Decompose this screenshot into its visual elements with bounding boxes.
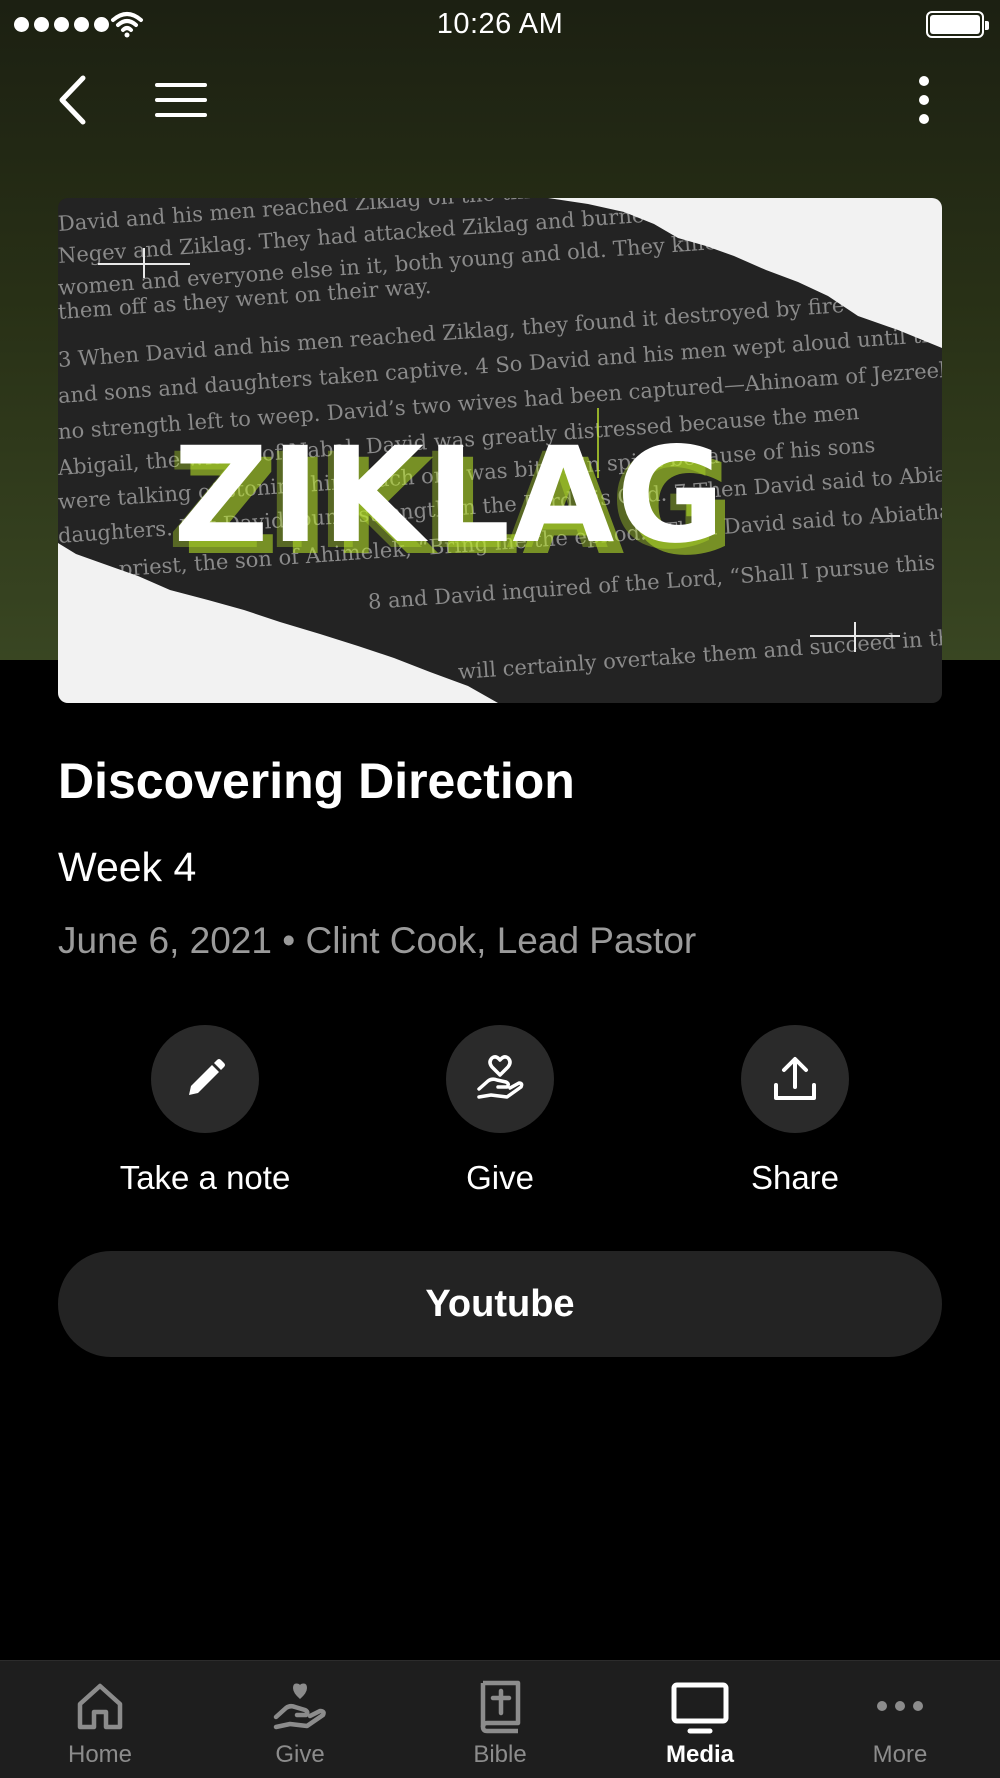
tab-give[interactable]: Give [200, 1661, 400, 1778]
tab-media-label: Media [665, 1741, 734, 1768]
tab-bar: Home Give Bible Media More [0, 1660, 1000, 1778]
status-bar: 10:26 AM [0, 0, 1000, 50]
tab-home-label: Home [67, 1741, 133, 1768]
tv-icon [671, 1682, 729, 1734]
sermon-artwork: David and his men reached Ziklag on the … [58, 198, 942, 703]
give-circle[interactable] [446, 1025, 554, 1133]
tab-bible[interactable]: Bible [400, 1661, 600, 1778]
battery-icon [926, 11, 989, 38]
youtube-button[interactable]: Youtube [58, 1251, 942, 1357]
back-chevron-icon[interactable] [50, 70, 100, 130]
sermon-date-speaker: June 6, 2021 • Clint Cook, Lead Pastor [58, 920, 697, 961]
give-label: Give [466, 1159, 534, 1196]
hand-heart-icon [273, 1683, 326, 1730]
hamburger-menu-icon[interactable] [150, 75, 212, 125]
share-label: Share [750, 1159, 840, 1196]
take-note-label: Take a note [119, 1159, 291, 1196]
tab-give-label: Give [275, 1741, 325, 1768]
hand-heart-icon [477, 1055, 524, 1099]
share-circle[interactable] [741, 1025, 849, 1133]
tab-home[interactable]: Home [0, 1661, 200, 1778]
share-upload-icon [774, 1057, 816, 1100]
sermon-title: Discovering Direction [58, 753, 575, 809]
take-note-circle[interactable] [151, 1025, 259, 1133]
sermon-subtitle: Week 4 [58, 844, 197, 890]
share-button[interactable]: Share [665, 1025, 925, 1197]
home-icon [77, 1683, 123, 1730]
tab-more[interactable]: More [800, 1661, 1000, 1778]
tab-bible-label: Bible [473, 1741, 527, 1768]
action-row: Take a note Give Share [0, 1025, 1000, 1205]
artwork-title: ZIKLAG [173, 419, 727, 573]
bible-icon [480, 1680, 521, 1734]
pencil-icon [189, 1059, 225, 1095]
status-time: 10:26 AM [436, 8, 564, 40]
tab-media[interactable]: Media [600, 1661, 800, 1778]
ellipsis-icon [877, 1701, 923, 1711]
tab-more-label: More [872, 1741, 928, 1768]
content-background [0, 660, 1000, 1778]
take-note-button[interactable]: Take a note [75, 1025, 335, 1197]
give-button[interactable]: Give [370, 1025, 630, 1197]
more-vertical-icon[interactable] [900, 70, 950, 130]
